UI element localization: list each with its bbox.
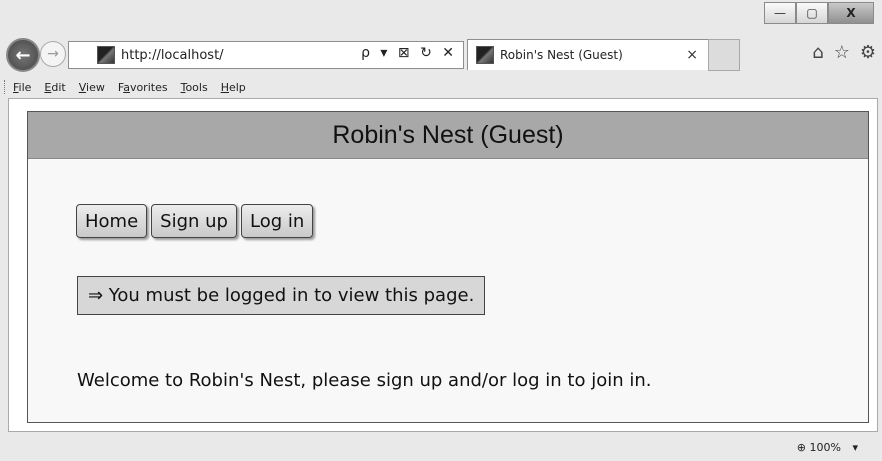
gear-icon[interactable]: ⚙	[860, 42, 876, 63]
home-icon[interactable]: ⌂	[812, 42, 823, 63]
address-url[interactable]: http://localhost/	[121, 48, 224, 63]
login-required-notice: ⇒ You must be logged in to view this pag…	[77, 276, 486, 315]
minimize-button[interactable]: —	[764, 2, 796, 24]
menu-help[interactable]: Help	[221, 81, 246, 94]
site-favicon-icon	[97, 46, 115, 64]
arrow-left-icon: ←	[15, 44, 31, 66]
tab-title: Robin's Nest (Guest)	[500, 48, 623, 62]
maximize-button[interactable]: ▢	[796, 2, 828, 24]
menu-edit[interactable]: Edit	[44, 81, 65, 94]
sign-up-button[interactable]: Sign up	[151, 204, 237, 238]
zoom-icon: ⊕	[796, 441, 807, 454]
log-in-button[interactable]: Log in	[240, 204, 314, 238]
tab-favicon-icon	[476, 46, 494, 64]
welcome-text: Welcome to Robin's Nest, please sign up …	[77, 370, 652, 391]
page-title: Robin's Nest (Guest)	[28, 112, 868, 159]
tab-robins-nest[interactable]: Robin's Nest (Guest) ×	[467, 39, 709, 70]
menu-grip	[4, 80, 7, 94]
star-icon[interactable]: ☆	[834, 42, 850, 63]
arrow-right-icon: →	[47, 46, 59, 62]
navigation-bar: ← → http://localhost/ ρ ▾ ⊠ ↻ ✕ Robin's …	[0, 36, 882, 74]
zoom-control[interactable]: ⊕ 100% ▾	[797, 441, 858, 454]
back-button[interactable]: ←	[6, 38, 40, 72]
page-container: Robin's Nest (Guest) Home Sign up Log in…	[27, 111, 869, 423]
status-bar: ⊕ 100% ▾	[0, 434, 882, 461]
browser-window: — ▢ X ← → http://localhost/ ρ ▾ ⊠ ↻ ✕ Ro…	[0, 0, 882, 461]
menu-tools[interactable]: Tools	[181, 81, 208, 94]
new-tab-button[interactable]	[708, 39, 740, 71]
menu-file[interactable]: File	[13, 81, 31, 94]
home-button[interactable]: Home	[76, 204, 148, 238]
window-controls: — ▢ X	[764, 2, 874, 24]
zoom-level: 100%	[809, 441, 841, 454]
menu-bar: File Edit View Favorites Tools Help	[0, 76, 882, 98]
zoom-dropdown-icon[interactable]: ▾	[852, 441, 858, 454]
browser-right-icons: ⌂ ☆ ⚙	[812, 42, 876, 63]
menu-favorites[interactable]: Favorites	[118, 81, 168, 94]
forward-button[interactable]: →	[40, 41, 66, 67]
address-bar[interactable]: http://localhost/ ρ ▾ ⊠ ↻ ✕	[68, 41, 464, 69]
close-window-button[interactable]: X	[828, 2, 874, 24]
page-viewport: Robin's Nest (Guest) Home Sign up Log in…	[8, 98, 878, 432]
page-nav-buttons: Home Sign up Log in	[76, 204, 314, 238]
address-tools-icons[interactable]: ρ ▾ ⊠ ↻ ✕	[361, 45, 457, 61]
tab-close-icon[interactable]: ×	[686, 47, 698, 63]
menu-view[interactable]: View	[79, 81, 105, 94]
